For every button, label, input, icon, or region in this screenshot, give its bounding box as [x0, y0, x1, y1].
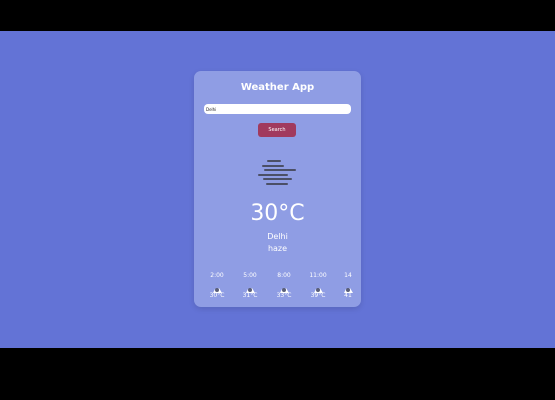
page-background: Weather App Search 30°C Delhi haze 2:00 [0, 31, 555, 348]
hourly-item: 11:00 39°C [301, 271, 335, 300]
cloud-icon [267, 280, 301, 293]
hour-temp: 39°C [310, 292, 326, 299]
hour-temp: 30°C [209, 292, 225, 299]
hourly-item: 8:00 33°C [267, 271, 301, 300]
cloud-icon [200, 280, 234, 293]
hourly-item: 14 41 [331, 271, 361, 300]
weather-description: haze [267, 244, 288, 253]
hour-time: 2:00 [210, 272, 224, 279]
hour-temp: 33°C [276, 292, 292, 299]
current-temperature: 30°C [250, 201, 305, 226]
hourly-item: 5:00 31°C [233, 271, 267, 300]
hour-time: 5:00 [243, 272, 257, 279]
hourly-item: 2:00 30°C [200, 271, 234, 300]
search-button[interactable]: Search [258, 123, 296, 137]
city-search-input[interactable] [204, 104, 351, 114]
cloud-icon [331, 280, 361, 293]
weather-card: Weather App Search 30°C Delhi haze 2:00 [194, 71, 361, 307]
haze-icon [256, 160, 298, 190]
app-title: Weather App [240, 82, 315, 93]
hour-time: 11:00 [309, 272, 327, 279]
cloud-icon [301, 280, 335, 293]
cloud-icon [233, 280, 267, 293]
hour-time: 14 [344, 272, 352, 279]
hour-time: 8:00 [277, 272, 291, 279]
hourly-forecast[interactable]: 2:00 30°C 5:00 31°C 8:00 33°C 11:00 39°C… [200, 271, 361, 305]
hour-temp: 31°C [242, 292, 258, 299]
city-name: Delhi [267, 232, 288, 241]
hour-temp: 41 [344, 292, 352, 299]
